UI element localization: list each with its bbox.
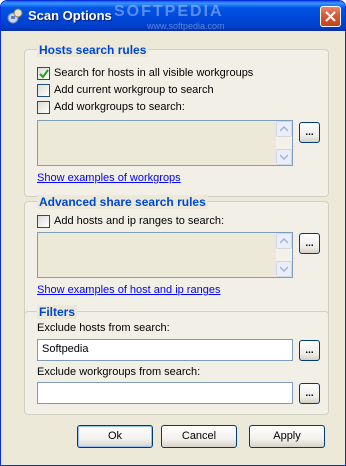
- filters-group: Filters Exclude hosts from search: Softp…: [24, 305, 329, 415]
- add-workgroups-checkbox[interactable]: Add workgroups to search:: [37, 100, 185, 114]
- arrow-up-icon: [280, 126, 288, 132]
- app-icon: [7, 8, 23, 24]
- browse-exclude-hosts-button[interactable]: ...: [299, 340, 320, 361]
- checkmark-icon: [39, 68, 49, 79]
- browse-exclude-workgroups-button[interactable]: ...: [299, 383, 320, 404]
- close-button[interactable]: [320, 6, 341, 27]
- listbox-scrollbar[interactable]: [276, 121, 292, 165]
- search-all-workgroups-checkbox[interactable]: Search for hosts in all visible workgrou…: [37, 66, 253, 80]
- group-title: Advanced share search rules: [37, 195, 208, 209]
- group-title: Hosts search rules: [37, 43, 149, 57]
- checkbox[interactable]: [37, 214, 50, 228]
- hosts-ranges-listbox[interactable]: [37, 232, 293, 278]
- watermark-text: SOFTPEDIA: [114, 3, 224, 20]
- checkbox[interactable]: [37, 100, 50, 114]
- arrow-down-icon: [280, 154, 288, 160]
- add-current-workgroup-checkbox[interactable]: Add current workgroup to search: [37, 83, 214, 97]
- checkbox-label: Add current workgroup to search: [54, 84, 214, 96]
- cancel-button[interactable]: Cancel: [161, 425, 237, 448]
- title-bar[interactable]: Scan Options SOFTPEDIA www.softpedia.com: [1, 1, 345, 31]
- show-workgroup-examples-link[interactable]: Show examples of workgrops: [37, 172, 181, 184]
- browse-hosts-button[interactable]: ...: [299, 233, 320, 254]
- show-host-examples-link[interactable]: Show examples of host and ip ranges: [37, 284, 220, 296]
- workgroups-listbox[interactable]: [37, 120, 293, 166]
- checkbox-label: Add hosts and ip ranges to search:: [54, 215, 224, 227]
- close-icon: [325, 11, 336, 22]
- exclude-workgroups-input[interactable]: [37, 382, 293, 404]
- watermark-url: www.softpedia.com: [147, 21, 225, 31]
- scroll-down-button[interactable]: [276, 261, 292, 277]
- window-title: Scan Options: [28, 8, 112, 23]
- dialog-body: Hosts search rules Search for hosts in a…: [4, 31, 342, 463]
- exclude-workgroups-label: Exclude workgroups from search:: [37, 366, 201, 378]
- hosts-search-group: Hosts search rules Search for hosts in a…: [24, 43, 329, 197]
- listbox-scrollbar[interactable]: [276, 233, 292, 277]
- ok-button[interactable]: Ok: [77, 425, 153, 448]
- group-title: Filters: [37, 305, 78, 319]
- checkbox-checked[interactable]: [37, 66, 50, 80]
- browse-workgroups-button[interactable]: ...: [299, 122, 320, 143]
- apply-button[interactable]: Apply: [249, 425, 325, 448]
- scroll-down-button[interactable]: [276, 149, 292, 165]
- scan-options-window: Scan Options SOFTPEDIA www.softpedia.com…: [0, 0, 346, 466]
- checkbox-label: Search for hosts in all visible workgrou…: [54, 67, 254, 79]
- checkbox[interactable]: [37, 83, 50, 97]
- arrow-down-icon: [280, 266, 288, 272]
- scroll-up-button[interactable]: [276, 233, 292, 249]
- exclude-hosts-input[interactable]: Softpedia: [37, 339, 293, 361]
- add-hosts-ranges-checkbox[interactable]: Add hosts and ip ranges to search:: [37, 214, 224, 228]
- arrow-up-icon: [280, 238, 288, 244]
- exclude-hosts-label: Exclude hosts from search:: [37, 322, 170, 334]
- scroll-up-button[interactable]: [276, 121, 292, 137]
- checkbox-label: Add workgroups to search:: [54, 101, 185, 113]
